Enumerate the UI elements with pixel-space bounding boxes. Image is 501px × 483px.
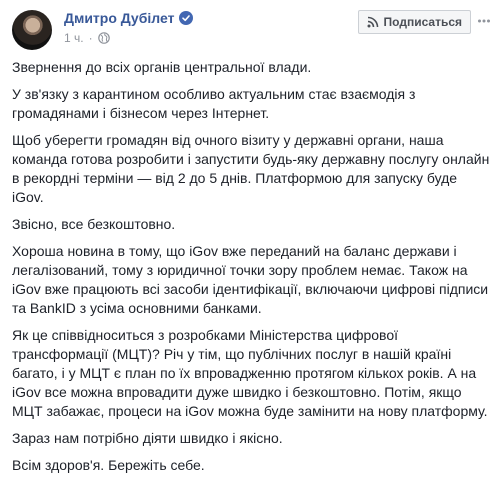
post-paragraph: Звернення до всіх органів центральної вл…	[12, 59, 312, 75]
post-paragraph: У зв'язку з карантином особливо актуальн…	[12, 86, 416, 121]
author-name[interactable]: Дмитро Дубілет	[64, 10, 174, 26]
meta-separator: ·	[88, 31, 93, 45]
globe-icon[interactable]	[97, 32, 110, 44]
post-timestamp[interactable]: 1 ч.	[64, 31, 84, 45]
facebook-post: Дмитро Дубілет 1 ч. · Подписаться Зверне…	[0, 0, 501, 473]
more-options-icon[interactable]	[477, 14, 491, 28]
post-paragraph: Всім здоров'я. Бережіть себе.	[12, 457, 205, 473]
post-meta: 1 ч. ·	[64, 31, 110, 45]
avatar[interactable]	[12, 10, 52, 50]
author: Дмитро Дубілет	[64, 10, 194, 26]
subscribe-button[interactable]: Подписаться	[357, 10, 471, 34]
post-body: Звернення до всіх органів центральної вл…	[12, 58, 490, 483]
post-paragraph: Щоб уберегти громадян від очного візиту …	[12, 132, 490, 205]
post-header: Дмитро Дубілет 1 ч. · Подписаться	[10, 8, 491, 52]
post-paragraph: Звісно, все безкоштовно.	[12, 216, 176, 232]
post-paragraph: Зараз нам потрібно діяти швидко і якісно…	[12, 430, 283, 446]
post-paragraph: Хороша новина в тому, що iGov вже переда…	[12, 243, 489, 316]
verified-badge-icon	[179, 11, 194, 25]
post-paragraph: Як це співвідноситься з розробками Мініс…	[12, 327, 488, 419]
subscribe-label: Подписаться	[383, 15, 462, 29]
rss-icon	[367, 16, 379, 28]
